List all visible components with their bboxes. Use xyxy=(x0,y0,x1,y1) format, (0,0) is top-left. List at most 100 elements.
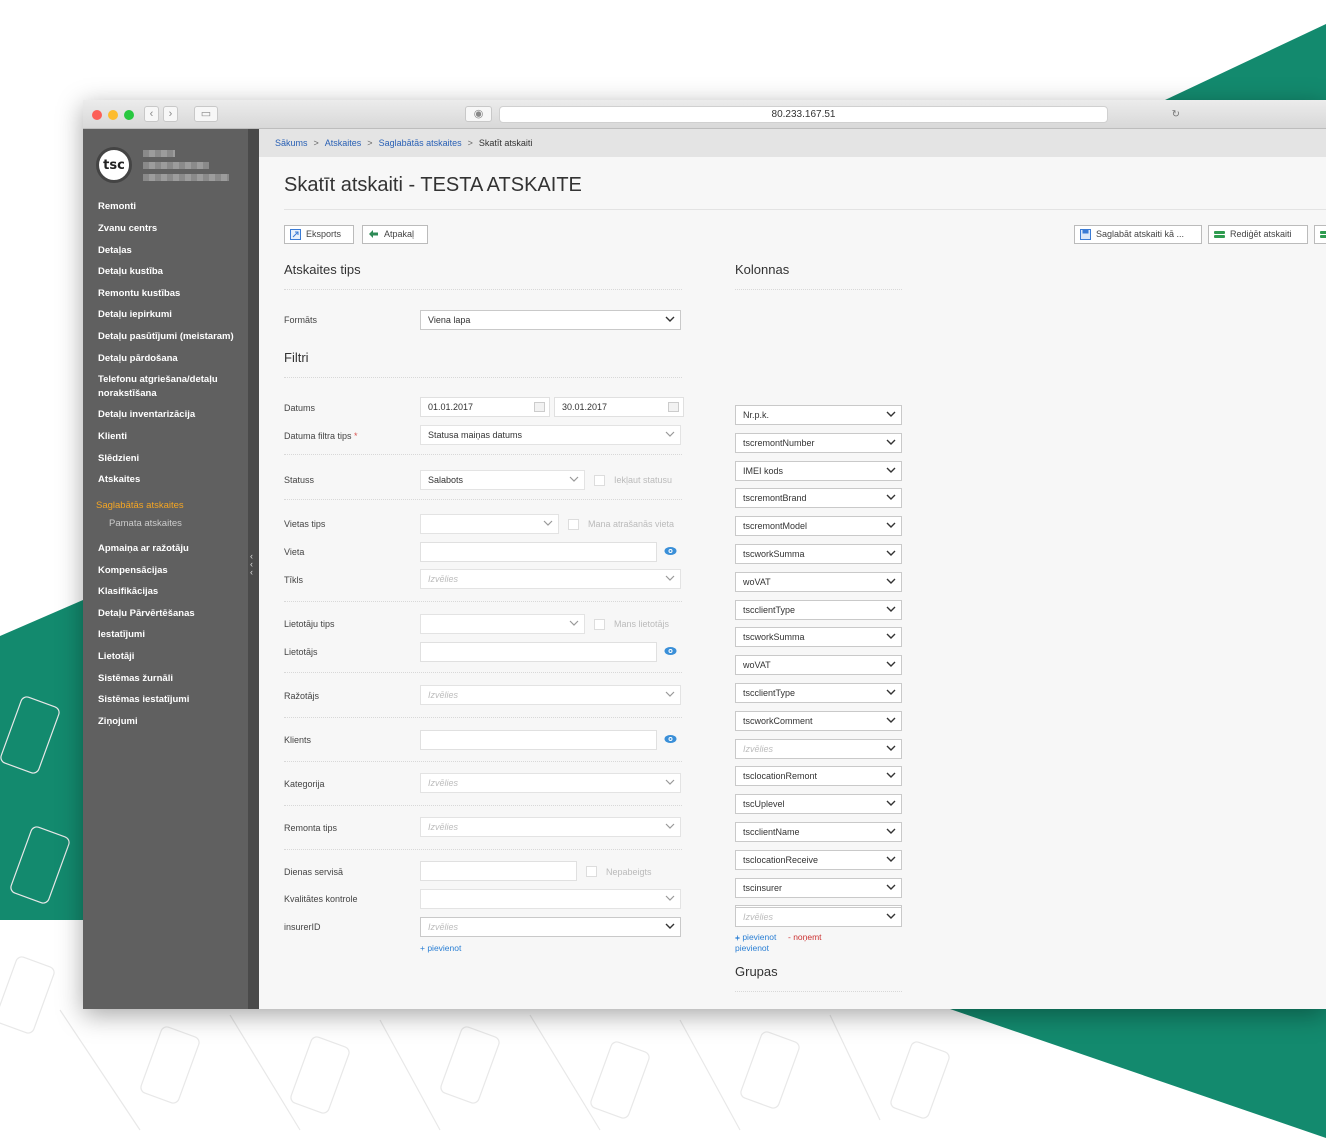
days-in-service-input[interactable] xyxy=(420,861,577,881)
quality-control-select[interactable] xyxy=(420,889,681,909)
sidebar-item-detalu-iepirkumi[interactable]: Detaļu iepirkumi xyxy=(98,309,172,320)
date-from-input[interactable]: 01.01.2017 xyxy=(420,397,550,417)
collapse-chevrons-icon[interactable]: ‹ ‹ ‹ xyxy=(250,552,253,577)
edit-report-button[interactable]: Rediģēt atskaiti xyxy=(1208,225,1308,244)
column-select[interactable]: tscremontNumber xyxy=(735,432,902,453)
column-select[interactable]: tscworkSumma xyxy=(735,627,902,648)
my-location-checkbox[interactable] xyxy=(568,519,579,530)
browser-forward-icon[interactable]: › xyxy=(163,106,178,122)
groups-select[interactable]: Izvēlies xyxy=(735,907,902,927)
column-select[interactable]: tsclocationReceive xyxy=(735,849,902,870)
sidebar-collapse-handle[interactable]: ‹ ‹ ‹ xyxy=(248,129,259,1009)
sidebar-item-lietotaji[interactable]: Lietotāji xyxy=(98,651,134,662)
column-select[interactable]: tscclientType xyxy=(735,599,902,620)
column-select[interactable]: tscworkComment xyxy=(735,710,902,731)
sidebar-item-iestatijumi[interactable]: Iestatījumi xyxy=(98,629,145,640)
sidebar-toggle-icon[interactable]: ▭ xyxy=(194,106,218,122)
date-label: Datums xyxy=(284,403,316,413)
column-select[interactable]: tscinsurer xyxy=(735,877,902,898)
column-select[interactable]: woVAT xyxy=(735,571,902,592)
column-select[interactable]: tscworkSumma xyxy=(735,544,902,564)
breadcrumb: Sākums > Atskaites > Saglabātās atskaites > Sk… xyxy=(259,129,1326,157)
column-select[interactable]: tscremontModel xyxy=(735,516,902,537)
remove-column-link[interactable]: - noņemt xyxy=(788,932,822,942)
privacy-icon[interactable]: ◉ xyxy=(465,106,492,122)
sidebar-item-zinojumi[interactable]: Ziņojumi xyxy=(98,716,138,727)
user-input[interactable] xyxy=(420,642,657,662)
eye-icon[interactable] xyxy=(664,546,677,556)
sidebar-item-klienti[interactable]: Klienti xyxy=(98,431,127,442)
manufacturer-select[interactable]: Izvēlies xyxy=(420,685,681,705)
date-filter-type-select[interactable]: Statusa maiņas datums xyxy=(420,425,681,445)
unfinished-checkbox[interactable] xyxy=(586,866,597,877)
format-select[interactable]: Viena lapa xyxy=(420,310,681,330)
column-select[interactable]: tscUplevel xyxy=(735,794,902,815)
column-select[interactable]: Nr.p.k. xyxy=(735,405,902,425)
category-select[interactable]: Izvēlies xyxy=(420,773,681,793)
insurer-id-select[interactable]: Izvēlies xyxy=(420,917,681,937)
extra-action-button[interactable] xyxy=(1314,225,1326,244)
sidebar-item-detalu-parvertesanas[interactable]: Detaļu Pārvērtēšanas xyxy=(98,608,195,619)
network-select[interactable]: Izvēlies xyxy=(420,569,681,589)
sidebar-item-kompensacijas[interactable]: Kompensācijas xyxy=(98,565,168,576)
eye-icon[interactable] xyxy=(664,646,677,656)
sidebar-item-detalu-pasutijumi[interactable]: Detaļu pasūtījumi (meistaram) xyxy=(98,331,234,342)
sidebar-item-remontu-kustibas[interactable]: Remontu kustības xyxy=(98,288,180,299)
include-status-checkbox[interactable] xyxy=(594,475,605,486)
location-input[interactable] xyxy=(420,542,657,562)
column-select[interactable]: tscclientName xyxy=(735,822,902,842)
sidebar-item-sledzieni[interactable]: Slēdzieni xyxy=(98,453,139,464)
calendar-icon[interactable] xyxy=(534,402,545,412)
breadcrumb-home[interactable]: Sākums xyxy=(275,138,308,148)
column-select[interactable]: tscclientType xyxy=(735,683,902,703)
back-button-label: Atpakaļ xyxy=(384,229,415,239)
location-type-select[interactable] xyxy=(420,514,559,534)
calendar-icon[interactable] xyxy=(668,402,679,412)
sidebar-item-detalu-inventarizacija[interactable]: Detaļu inventarizācija xyxy=(98,409,195,420)
sidebar-subitem-pamata-atskaites[interactable]: Pamata atskaites xyxy=(109,518,182,529)
my-user-checkbox[interactable] xyxy=(594,619,605,630)
eye-icon[interactable] xyxy=(664,734,677,744)
save-as-button[interactable]: Saglabāt atskaiti kā ... xyxy=(1074,225,1202,244)
column-select[interactable]: woVAT xyxy=(735,655,902,676)
tsc-logo[interactable]: tsc xyxy=(96,147,132,183)
user-type-select[interactable] xyxy=(420,614,585,634)
date-to-input[interactable]: 30.01.2017 xyxy=(554,397,684,417)
minimize-window-button[interactable] xyxy=(108,110,118,120)
reload-icon[interactable]: ↻ xyxy=(1172,107,1180,123)
sidebar-item-klasifikacijas[interactable]: Klasifikācijas xyxy=(98,586,158,597)
column-select[interactable]: tsclocationRemont xyxy=(735,766,902,787)
column-select[interactable]: tscremontBrand xyxy=(735,488,902,509)
breadcrumb-saved-reports[interactable]: Saglabātās atskaites xyxy=(379,138,462,148)
sidebar-item-sistemas-zurnali[interactable]: Sistēmas žurnāli xyxy=(98,673,173,684)
sidebar-item-telefonu-atgriesana-line2[interactable]: norakstīšana xyxy=(98,388,157,399)
breadcrumb-reports[interactable]: Atskaites xyxy=(325,138,362,148)
column-select[interactable]: IMEI kods xyxy=(735,460,902,481)
sidebar-item-detalu-kustiba[interactable]: Detaļu kustība xyxy=(98,266,163,277)
browser-back-icon[interactable]: ‹ xyxy=(144,106,159,122)
maximize-window-button[interactable] xyxy=(124,110,134,120)
sidebar-item-detalas[interactable]: Detaļas xyxy=(98,245,132,256)
sidebar-item-telefonu-atgriesana[interactable]: Telefonu atgriešana/detaļu xyxy=(98,374,218,385)
chevron-down-icon xyxy=(569,620,579,626)
close-window-button[interactable] xyxy=(92,110,102,120)
back-button[interactable]: Atpakaļ xyxy=(362,225,428,244)
sidebar-item-apmaina[interactable]: Apmaiņa ar ražotāju xyxy=(98,543,189,554)
sidebar-item-remonti[interactable]: Remonti xyxy=(98,201,136,212)
sidebar-item-sistemas-iestatijumi[interactable]: Sistēmas iestatījumi xyxy=(98,694,189,705)
column-select[interactable]: Izvēlies xyxy=(735,738,902,759)
add-filter-link[interactable]: + pievienot xyxy=(420,943,461,953)
repair-type-select[interactable]: Izvēlies xyxy=(420,817,681,837)
sidebar-item-detalu-pardosana[interactable]: Detaļu pārdošana xyxy=(98,353,178,364)
page-title: Skatīt atskaiti - TESTA ATSKAITE xyxy=(284,174,582,196)
sidebar-item-atskaites[interactable]: Atskaites xyxy=(98,474,140,485)
add-group-link[interactable]: + pievienot xyxy=(735,933,769,953)
address-bar[interactable]: 80.233.167.51 ↻ xyxy=(499,106,1180,123)
status-select[interactable]: Salabots xyxy=(420,470,585,490)
insurer-id-select-placeholder: Izvēlies xyxy=(428,922,459,932)
client-input[interactable] xyxy=(420,730,657,750)
sidebar-subitem-saglabatas-atskaites[interactable]: Saglabātās atskaites xyxy=(96,500,184,511)
export-button[interactable]: Eksports xyxy=(284,225,354,244)
column-select-value: tscclientType xyxy=(743,688,796,698)
sidebar-item-zvanu-centrs[interactable]: Zvanu centrs xyxy=(98,223,157,234)
